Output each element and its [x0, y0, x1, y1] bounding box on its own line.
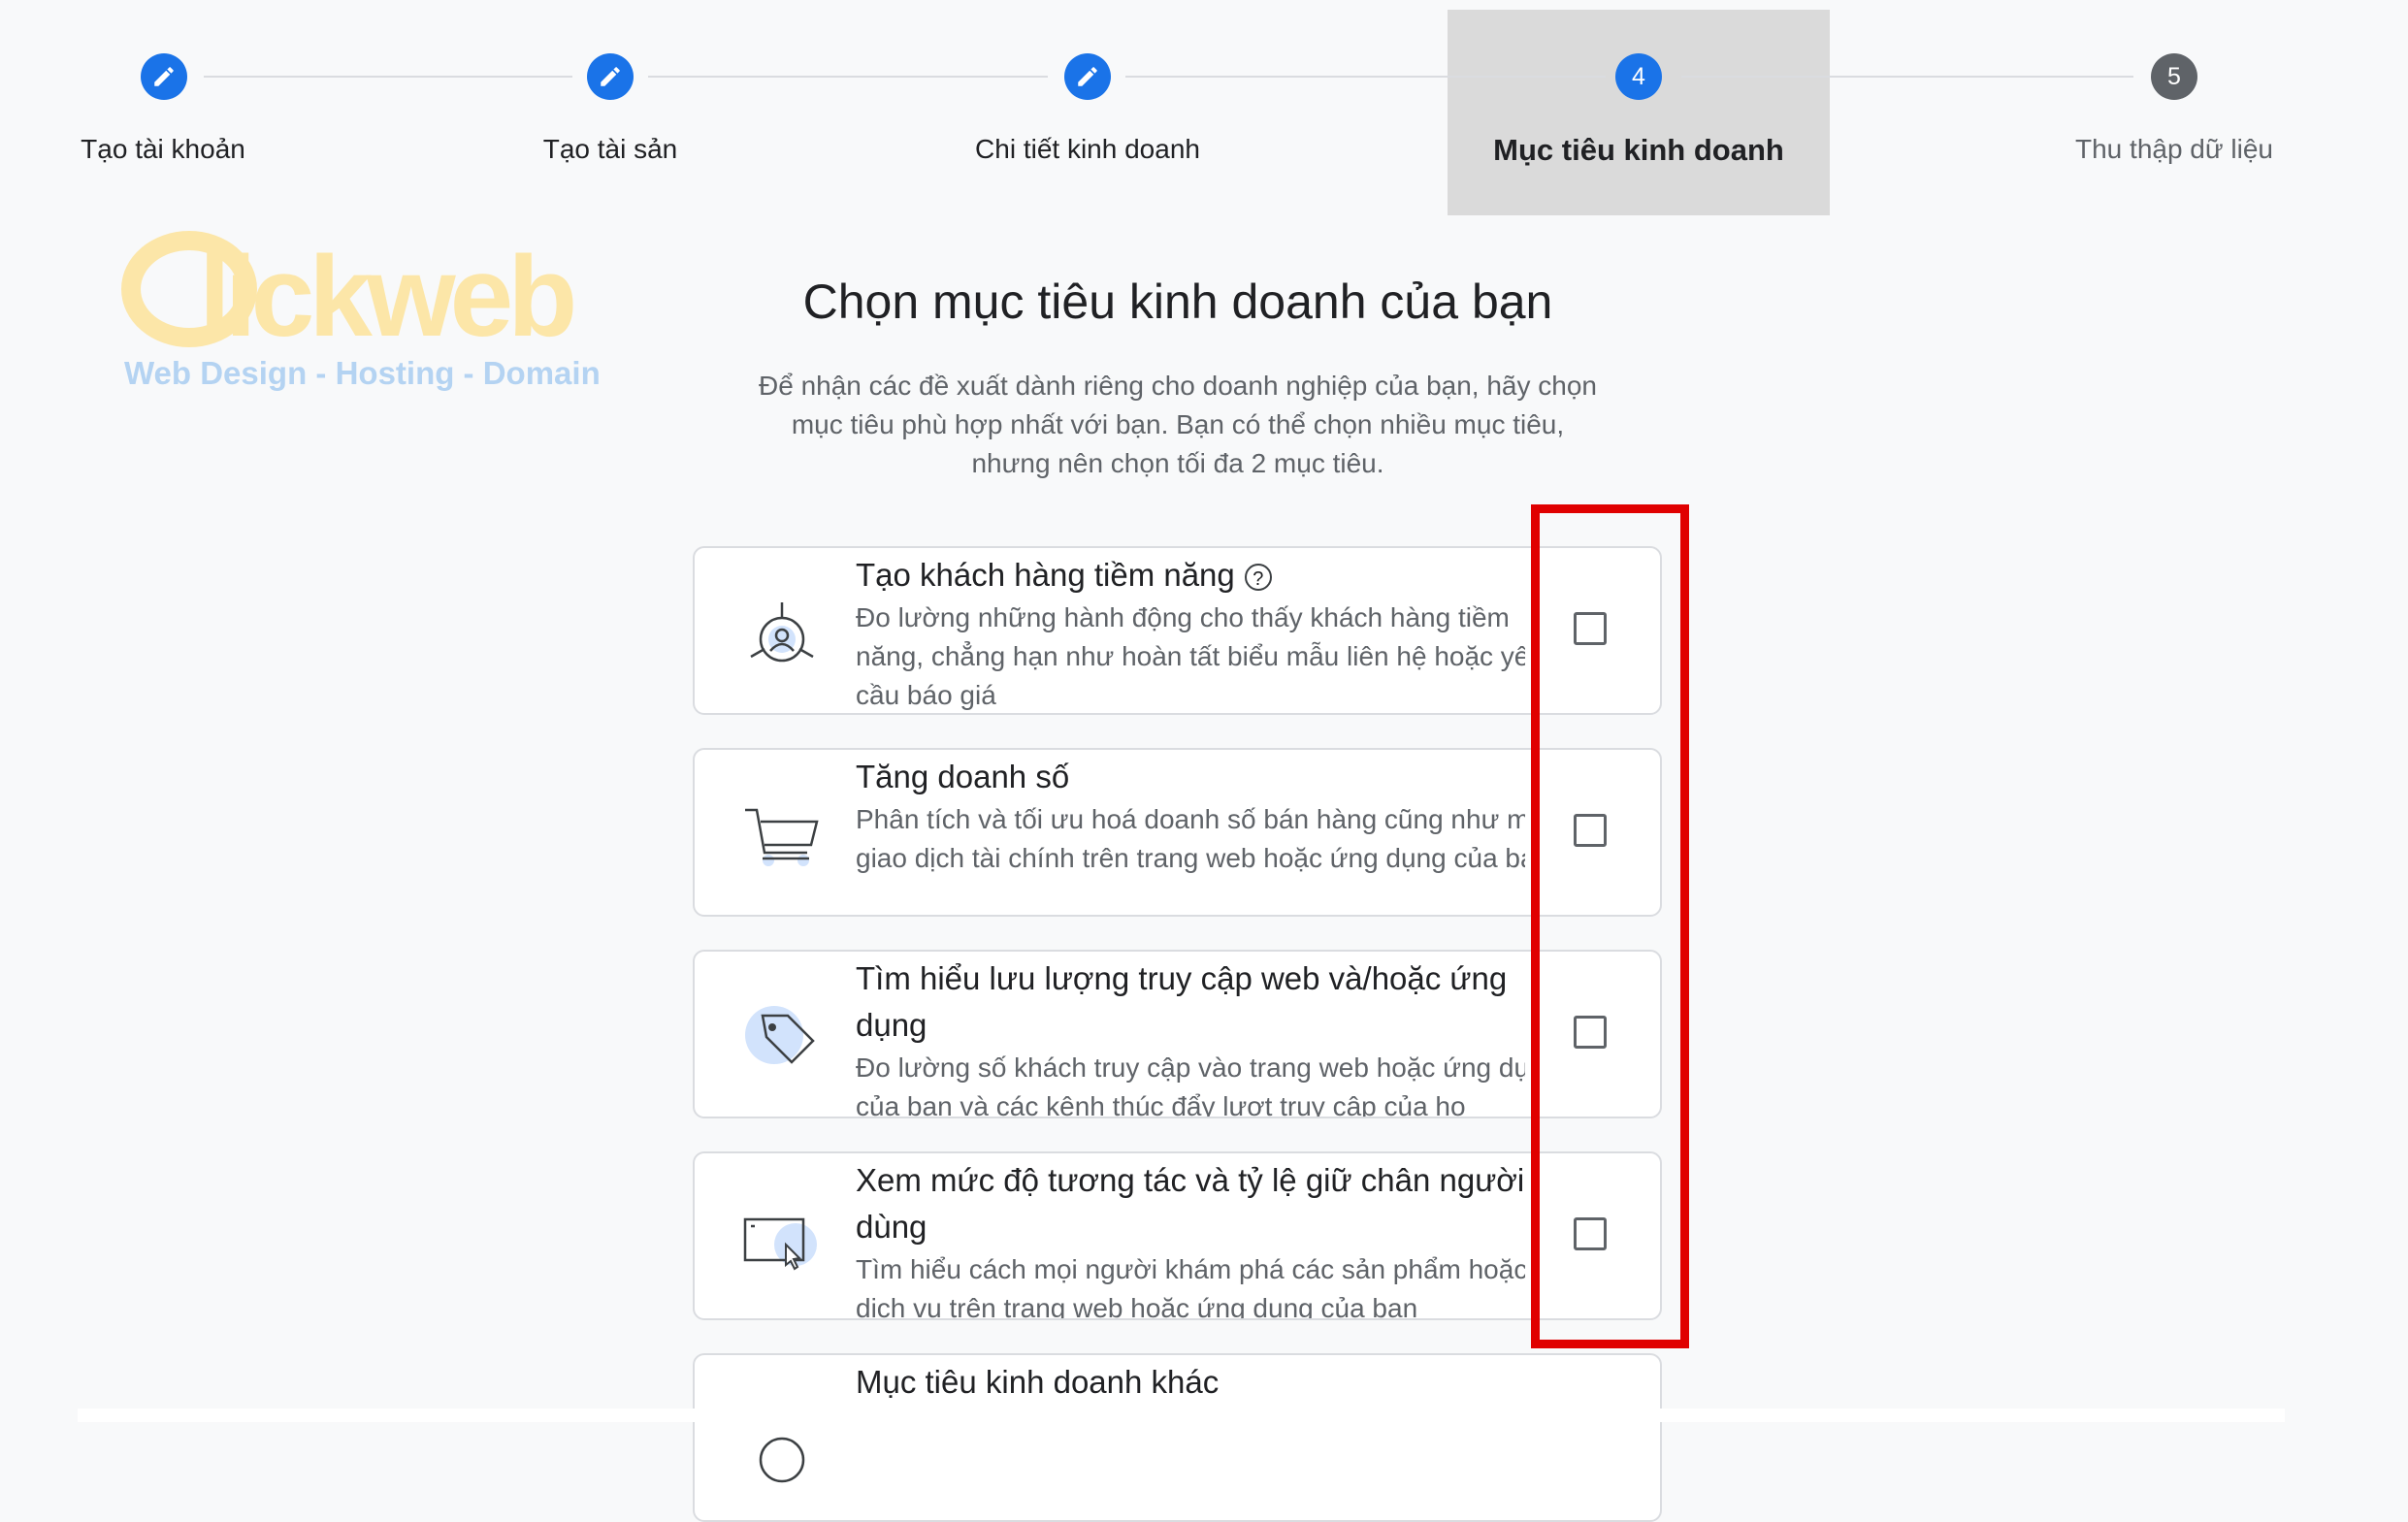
goal-title-text: Tạo khách hàng tiềm năng — [856, 557, 1235, 593]
tag-icon — [745, 1006, 815, 1064]
step-2-edit-button[interactable] — [587, 53, 634, 100]
help-icon[interactable]: ? — [1244, 564, 1272, 592]
pencil-icon — [601, 67, 620, 86]
active-step-highlight — [1448, 10, 1830, 215]
goal-description: Tìm hiểu cách mọi người khám phá các sản… — [856, 1254, 1525, 1320]
step-connector — [204, 76, 572, 78]
pencil-icon — [1078, 67, 1097, 86]
step-connector — [1125, 76, 1606, 78]
goal-description: Phân tích và tối ưu hoá doanh số bán hàn… — [856, 804, 1525, 873]
goal-title: Tìm hiểu lưu lượng truy cập web và/hoặc … — [856, 960, 1508, 1043]
step-connector — [648, 76, 1048, 78]
goal-card-other[interactable]: Mục tiêu kinh doanh khác — [693, 1353, 1662, 1522]
step-connector — [1681, 76, 2133, 78]
step-4-indicator: 4 — [1615, 53, 1662, 100]
step-3-label[interactable]: Chi tiết kinh doanh — [975, 134, 1200, 165]
watermark-tagline: Web Design - Hosting - Domain — [124, 355, 601, 391]
step-3-edit-button[interactable] — [1064, 53, 1111, 100]
step-2-label[interactable]: Tạo tài sản — [543, 134, 678, 165]
pencil-icon — [154, 67, 174, 86]
goal-card-leads[interactable]: Tạo khách hàng tiềm năng? Đo lường những… — [693, 546, 1662, 715]
page-description: Để nhận các đề xuất dành riêng cho doanh… — [759, 371, 1597, 478]
goal-card-engagement[interactable]: Xem mức độ tương tác và tỷ lệ giữ chân n… — [693, 1151, 1662, 1320]
step-1-label[interactable]: Tạo tài khoản — [81, 134, 245, 165]
goal-description: Đo lường những hành động cho thấy khách … — [856, 602, 1525, 710]
step-5-label: Thu thập dữ liệu — [2075, 134, 2273, 164]
browser-cursor-icon — [743, 1217, 817, 1271]
lead-target-icon — [750, 602, 814, 663]
goal-title: Tạo khách hàng tiềm năng? — [856, 552, 1525, 599]
step-4-label: Mục tiêu kinh doanh — [1493, 133, 1784, 167]
goal-title: Mục tiêu kinh doanh khác — [856, 1364, 1220, 1400]
goal-description: Đo lường số khách truy cập vào trang web… — [856, 1052, 1525, 1118]
goal-card-traffic[interactable]: Tìm hiểu lưu lượng truy cập web và/hoặc … — [693, 950, 1662, 1118]
goal-title: Tăng doanh số — [856, 759, 1070, 794]
goal-card-sales[interactable]: Tăng doanh số Phân tích và tối ưu hoá do… — [693, 748, 1662, 917]
stepper: Tạo tài khoản Tạo tài sản Chi tiết kinh … — [0, 0, 2408, 223]
bottom-panel-edge — [78, 1409, 2285, 1422]
step-1-edit-button[interactable] — [141, 53, 187, 100]
checkbox-highlight-annotation — [1531, 504, 1689, 1348]
step-5-indicator: 5 — [2151, 53, 2197, 100]
shopping-cart-icon — [745, 808, 819, 866]
page-title: Chọn mục tiêu kinh doanh của bạn — [802, 275, 1553, 329]
goal-title: Xem mức độ tương tác và tỷ lệ giữ chân n… — [856, 1162, 1525, 1245]
